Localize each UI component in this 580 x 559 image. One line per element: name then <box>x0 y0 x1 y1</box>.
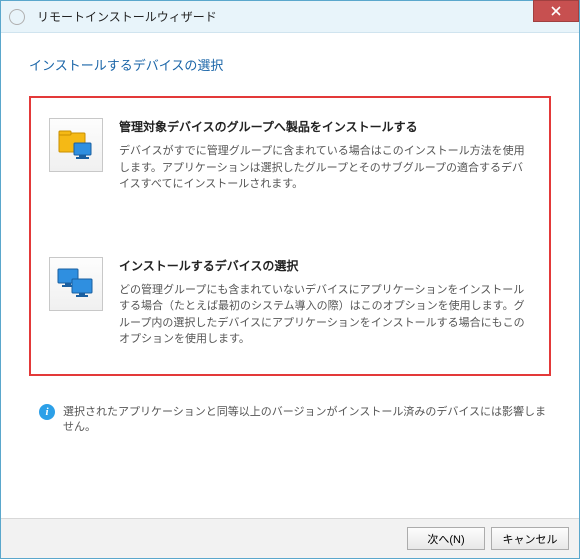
option-heading: 管理対象デバイスのグループへ製品をインストールする <box>119 118 531 135</box>
wizard-window: リモートインストールウィザード インストールするデバイスの選択 <box>0 0 580 559</box>
title-bar: リモートインストールウィザード <box>1 1 579 33</box>
info-row: i 選択されたアプリケーションと同等以上のバージョンがインストール済みのデバイス… <box>29 404 551 436</box>
two-monitors-icon <box>49 257 103 311</box>
next-button[interactable]: 次へ(N) <box>407 527 485 550</box>
option-text: 管理対象デバイスのグループへ製品をインストールする デバイスがすでに管理グループ… <box>119 118 531 193</box>
option-description: デバイスがすでに管理グループに含まれている場合はこのインストール方法を使用します… <box>119 143 531 193</box>
option-select-devices[interactable]: インストールするデバイスの選択 どの管理グループにも含まれていないデバイスにアプ… <box>45 247 535 358</box>
option-heading: インストールするデバイスの選択 <box>119 257 531 274</box>
close-icon <box>551 6 561 16</box>
info-icon: i <box>39 404 55 420</box>
window-title: リモートインストールウィザード <box>37 8 217 25</box>
option-install-to-group[interactable]: 管理対象デバイスのグループへ製品をインストールする デバイスがすでに管理グループ… <box>45 108 535 203</box>
folder-monitor-icon <box>49 118 103 172</box>
close-button[interactable] <box>533 0 579 22</box>
option-text: インストールするデバイスの選択 どの管理グループにも含まれていないデバイスにアプ… <box>119 257 531 348</box>
info-text: 選択されたアプリケーションと同等以上のバージョンがインストール済みのデバイスには… <box>63 404 551 436</box>
app-icon <box>9 9 25 25</box>
footer: 次へ(N) キャンセル <box>1 518 579 558</box>
options-highlight-box: 管理対象デバイスのグループへ製品をインストールする デバイスがすでに管理グループ… <box>29 96 551 376</box>
option-description: どの管理グループにも含まれていないデバイスにアプリケーションをインストールする場… <box>119 282 531 348</box>
cancel-button[interactable]: キャンセル <box>491 527 569 550</box>
page-subtitle: インストールするデバイスの選択 <box>29 55 551 74</box>
content-area: インストールするデバイスの選択 管理対象デバイスのグループへ製品をインストールす… <box>1 33 579 518</box>
